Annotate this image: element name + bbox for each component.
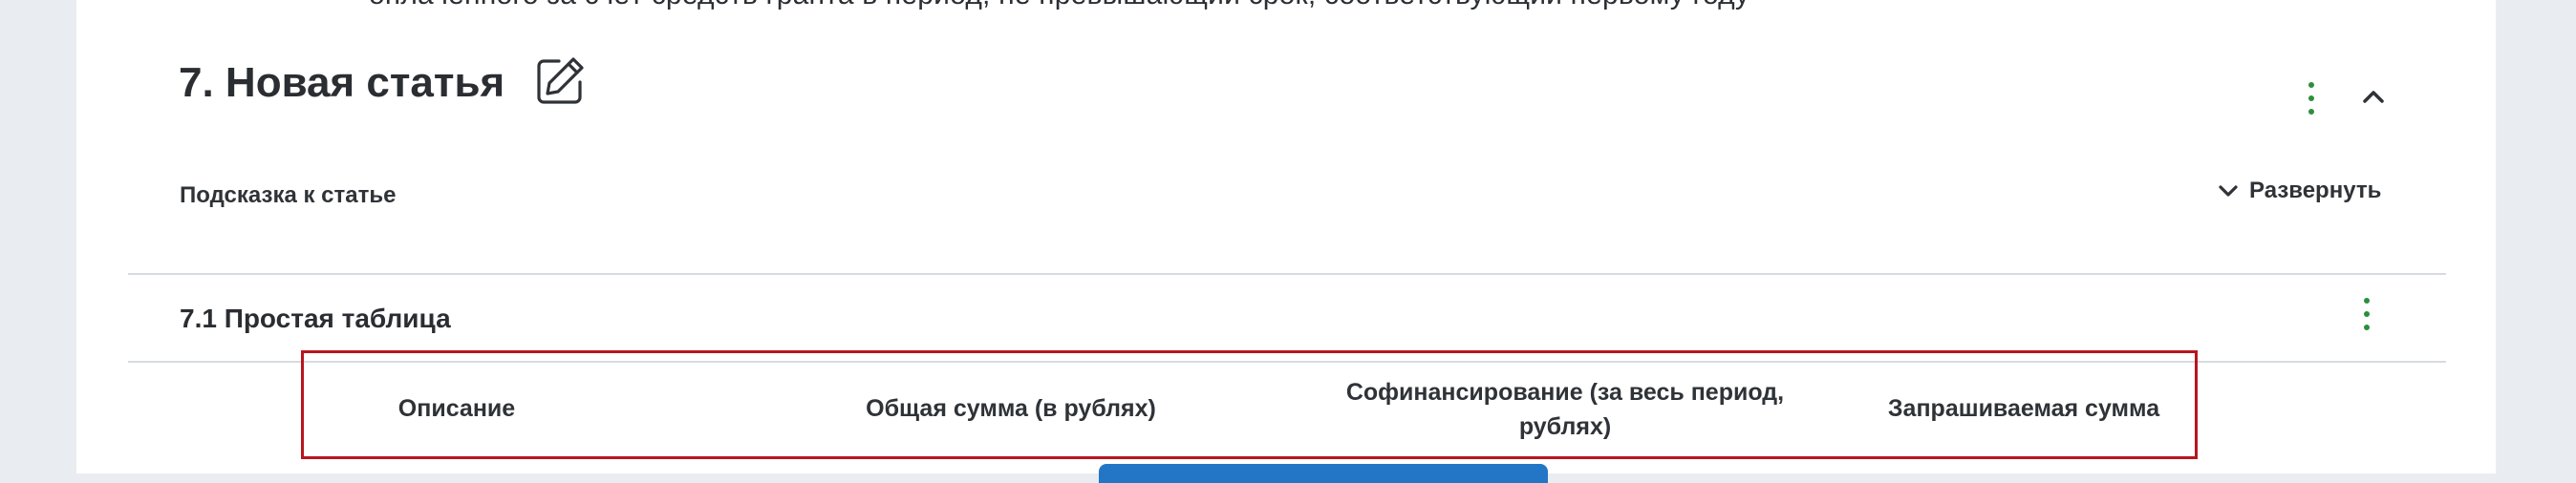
section-title: 7.1 Простая таблица [180, 304, 451, 333]
column-header-total-amount: Общая сумма (в рублях) [866, 395, 1156, 422]
column-header-requested-amount: Запрашиваемая сумма [1887, 395, 2160, 422]
article-card: оплаченного за счёт средств гранта в пер… [76, 0, 2496, 483]
article-hint-label: Подсказка к статье [180, 182, 397, 208]
column-header-cofinancing: Софинансирование (за весь период, рублях… [1345, 379, 1785, 440]
primary-button[interactable] [1099, 464, 1548, 483]
divider [128, 273, 2446, 275]
article-title: 7. Новая статья [179, 59, 505, 106]
previous-text-fragment: оплаченного за счёт средств гранта в пер… [369, 0, 1750, 11]
expand-hint-button[interactable]: Развернуть [2217, 178, 2381, 204]
edit-icon[interactable] [532, 53, 588, 109]
table-header-highlight: Описание Общая сумма (в рублях) Софинанс… [301, 350, 2198, 459]
section-kebab-menu-icon[interactable] [2357, 298, 2376, 346]
chevron-down-icon [2219, 185, 2238, 197]
collapse-chevron-up-icon[interactable] [2357, 82, 2390, 111]
column-header-description: Описание [397, 395, 516, 422]
article-kebab-menu-icon[interactable] [2302, 82, 2321, 130]
expand-label: Развернуть [2249, 178, 2382, 203]
